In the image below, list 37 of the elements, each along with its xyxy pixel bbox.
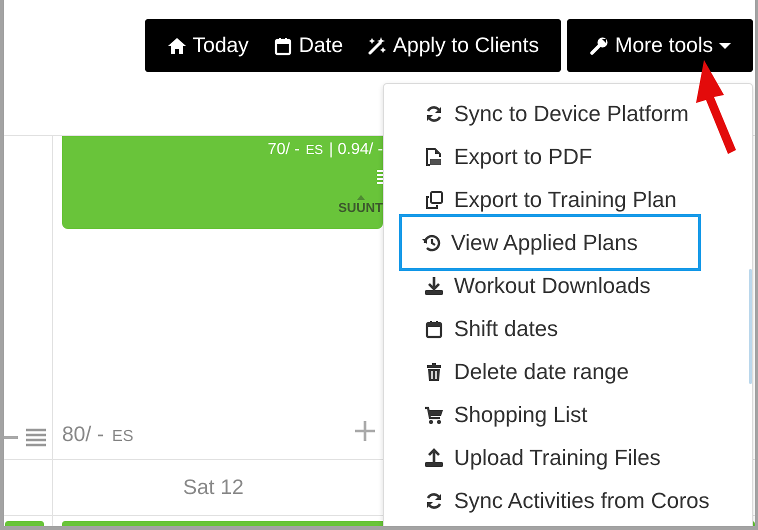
menu-item[interactable]: Shift dates	[406, 307, 691, 350]
magic-wand-icon	[367, 36, 388, 56]
download-icon	[424, 276, 444, 296]
menu-item[interactable]: Upload Training Files	[406, 436, 691, 479]
wrench-icon	[588, 36, 609, 56]
caret-icon	[719, 42, 731, 50]
calendar-icon	[424, 318, 444, 338]
workout-summary: 70/ - ES | 0.94/ -	[268, 141, 383, 159]
workout-card[interactable]: 70/ - ES | 0.94/ - SUUNT	[62, 136, 383, 229]
menu-item[interactable]: Sync Activities from Coros	[406, 479, 725, 522]
toolbar-button[interactable]: Apply to Clients	[355, 19, 551, 72]
plus-icon	[4, 436, 18, 439]
sync-icon	[424, 490, 444, 510]
source-label: SUUNT	[338, 200, 383, 215]
menu-item[interactable]: Shopping List	[406, 393, 691, 436]
list-icon	[26, 427, 46, 447]
workout-card[interactable]	[5, 521, 44, 526]
triangle-icon	[356, 195, 365, 200]
menu-item[interactable]: Delete date range	[406, 350, 691, 393]
sync-icon	[424, 104, 444, 124]
upload-icon	[424, 448, 444, 468]
trash-icon	[424, 362, 444, 382]
home-icon	[166, 36, 187, 56]
shopping-cart-icon	[424, 404, 444, 424]
week-total: 80/ - ES	[62, 423, 134, 447]
scrollbar[interactable]	[749, 269, 752, 384]
copy-icon	[424, 190, 444, 210]
calendar-icon	[272, 36, 293, 56]
pdf-file-icon	[424, 146, 444, 166]
menu-item[interactable]: Export to PDF	[406, 135, 691, 178]
toolbar-button[interactable]: Today	[154, 19, 261, 72]
day-label: Sat 12	[183, 476, 244, 500]
menu-item[interactable]: View Applied Plans	[399, 214, 701, 271]
menu-item[interactable]: Sync to Device Platform	[406, 92, 704, 135]
history-icon	[421, 232, 441, 252]
toolbar-button[interactable]: Date	[260, 19, 356, 72]
plus-icon[interactable]	[355, 421, 375, 441]
